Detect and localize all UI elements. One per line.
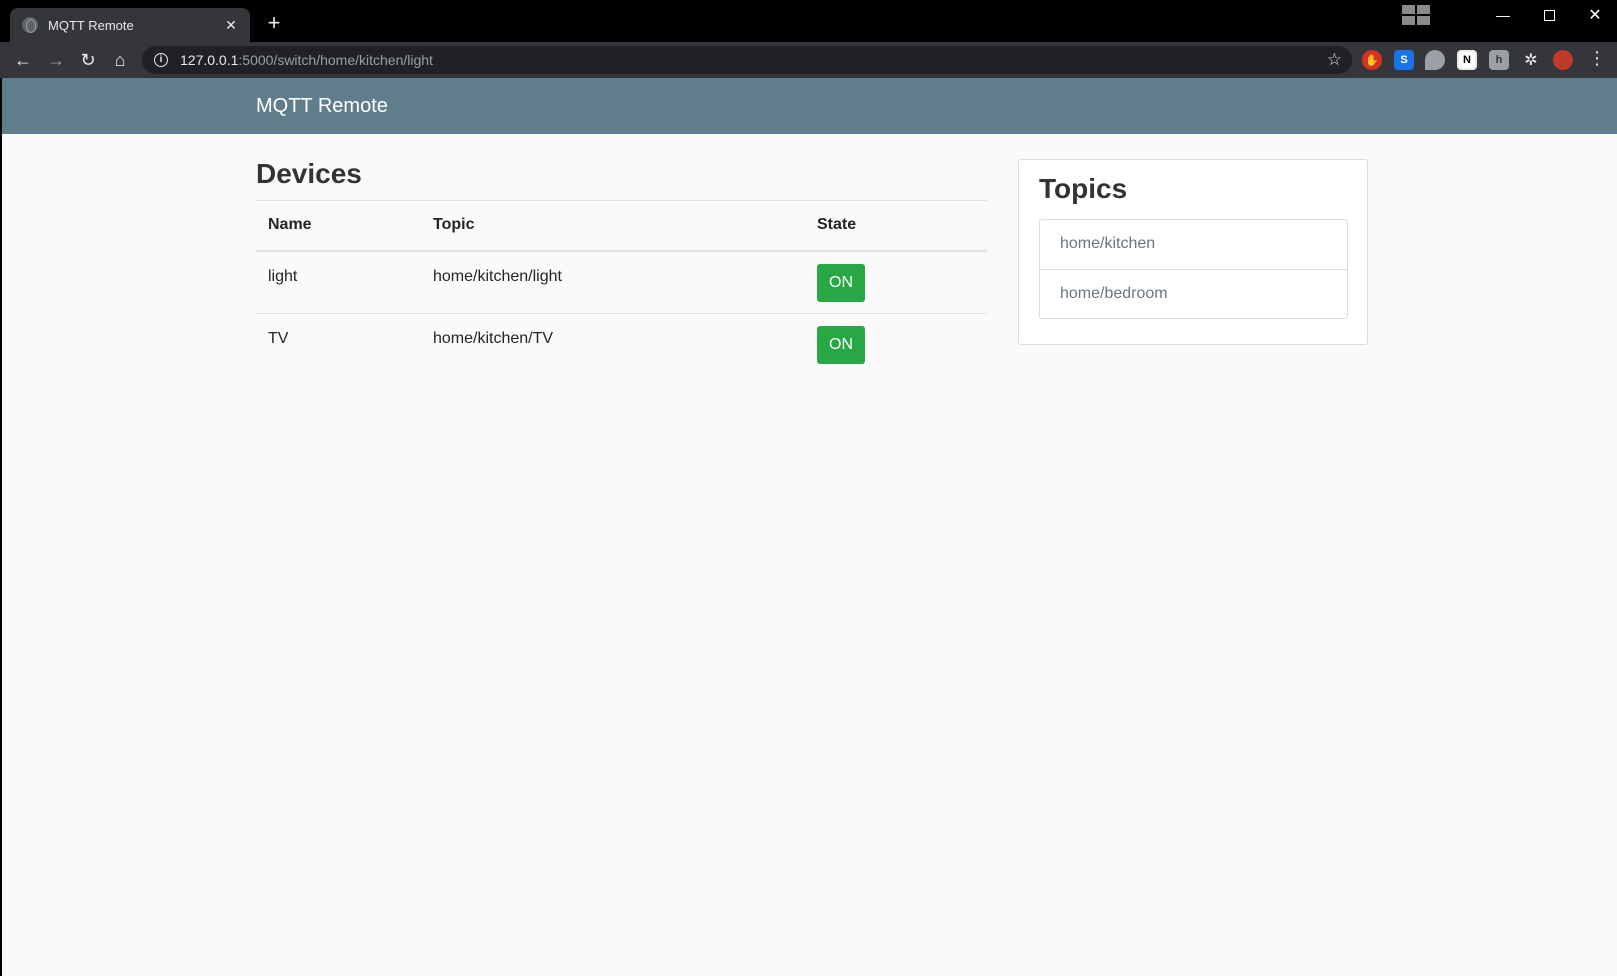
- globe-icon: [22, 17, 38, 33]
- app-navbar: MQTT Remote: [2, 78, 1617, 134]
- browser-tab-strip: MQTT Remote ✕ + — ✕: [0, 0, 1617, 42]
- topic-list: home/kitchen home/bedroom: [1039, 219, 1348, 319]
- device-topic: home/kitchen/light: [421, 250, 805, 314]
- hub-extension-icon[interactable]: h: [1489, 50, 1509, 70]
- url-path: :5000/switch/home/kitchen/light: [238, 52, 433, 68]
- shield-extension-icon[interactable]: [1425, 50, 1445, 70]
- topic-item[interactable]: home/bedroom: [1040, 269, 1347, 318]
- state-toggle-button[interactable]: ON: [817, 263, 865, 302]
- device-topic: home/kitchen/TV: [433, 330, 554, 347]
- device-name: TV: [268, 330, 289, 347]
- home-icon[interactable]: ⌂: [106, 46, 134, 74]
- table-row: light home/kitchen/light ON: [256, 250, 987, 314]
- back-arrow-icon[interactable]: ←: [9, 46, 37, 74]
- devices-heading: Devices: [256, 158, 362, 189]
- navbar-brand[interactable]: MQTT Remote: [256, 95, 388, 118]
- page-viewport: MQTT Remote Devices Name Topic State lig…: [2, 78, 1617, 976]
- site-info-icon[interactable]: i: [154, 53, 168, 67]
- forward-arrow-icon[interactable]: →: [42, 46, 70, 74]
- topics-card: Topics home/kitchen home/bedroom: [1018, 159, 1368, 345]
- table-header-row: Name Topic State: [256, 200, 987, 252]
- browser-menu-icon[interactable]: ⋮: [1588, 48, 1606, 69]
- profile-avatar[interactable]: [1553, 50, 1573, 70]
- minimize-button[interactable]: —: [1480, 0, 1526, 30]
- address-bar[interactable]: i 127.0.0.1:5000/switch/home/kitchen/lig…: [142, 46, 1352, 74]
- devices-table: Name Topic State light home/kitchen/ligh…: [256, 200, 987, 377]
- close-window-button[interactable]: ✕: [1572, 0, 1617, 30]
- header-name: Name: [256, 200, 421, 252]
- browser-toolbar: ← → ↻ ⌂ i 127.0.0.1:5000/switch/home/kit…: [0, 42, 1617, 78]
- header-topic: Topic: [421, 200, 805, 252]
- reload-icon[interactable]: ↻: [74, 46, 102, 74]
- device-name: light: [256, 250, 421, 314]
- state-toggle-button[interactable]: ON: [817, 326, 865, 364]
- bookmark-star-icon[interactable]: ☆: [1327, 50, 1342, 70]
- notion-extension-icon[interactable]: N: [1457, 50, 1477, 70]
- skype-extension-icon[interactable]: S: [1394, 50, 1414, 70]
- browser-tab[interactable]: MQTT Remote ✕: [10, 8, 250, 42]
- tab-search-icon[interactable]: [1396, 2, 1436, 28]
- table-row: TV home/kitchen/TV ON: [256, 314, 987, 377]
- topics-heading: Topics: [1039, 173, 1128, 204]
- adblock-extension-icon[interactable]: ✋: [1362, 50, 1382, 70]
- extensions-puzzle-icon[interactable]: ✲: [1521, 50, 1541, 70]
- close-tab-icon[interactable]: ✕: [222, 17, 240, 34]
- maximize-button[interactable]: [1526, 0, 1572, 30]
- header-state: State: [805, 200, 987, 252]
- url-host: 127.0.0.1: [180, 52, 239, 68]
- new-tab-button[interactable]: +: [262, 11, 286, 35]
- topic-item[interactable]: home/kitchen: [1040, 220, 1347, 269]
- tab-title: MQTT Remote: [48, 17, 134, 33]
